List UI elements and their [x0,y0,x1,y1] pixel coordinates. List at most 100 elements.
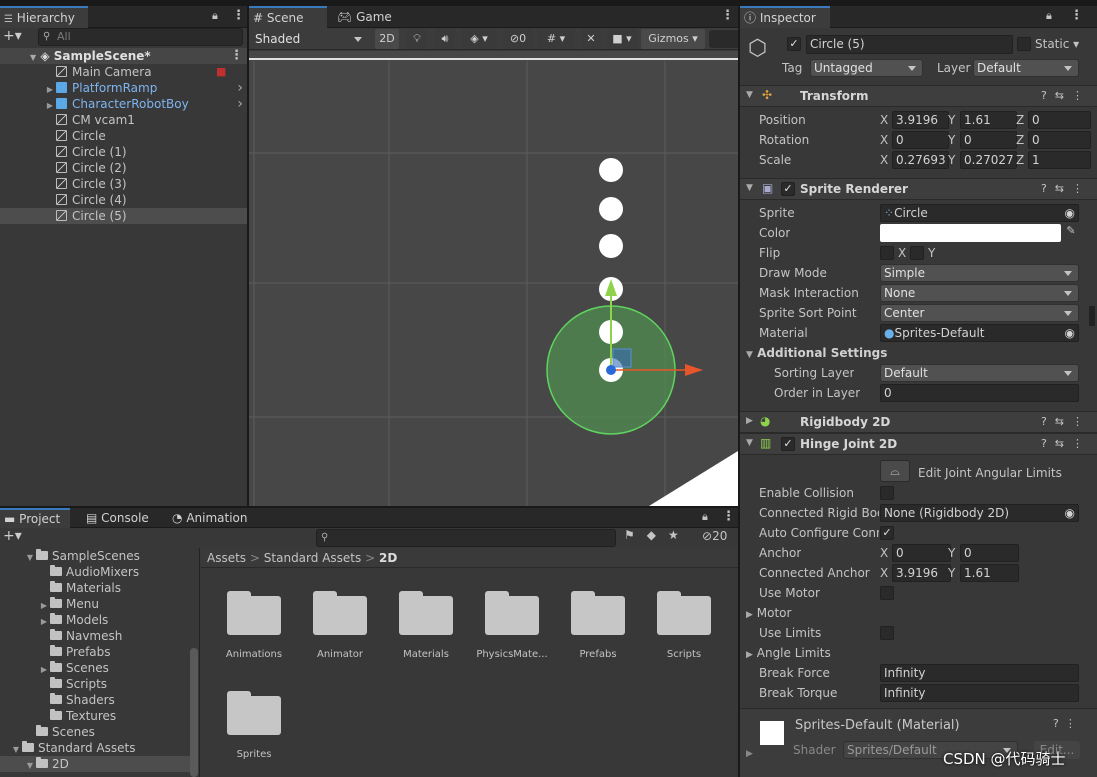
tree-scrollbar[interactable] [190,648,198,777]
rotation-input[interactable]: 0 [1028,131,1091,149]
axis-label[interactable]: Y [948,546,955,560]
tools-icon[interactable]: ✕ [581,29,601,49]
use-motor-checkbox[interactable] [880,586,894,600]
auto-configure-checkbox[interactable]: ✓ [880,526,894,540]
object-picker-icon[interactable]: ◉ [1065,205,1075,221]
hierarchy-search-input[interactable]: ⚲ All [38,28,243,46]
open-prefab-icon[interactable]: › [237,96,243,112]
grid-snap-icon[interactable]: # ▾ [537,29,575,49]
project-tree-item[interactable]: Shaders [0,692,190,708]
position-input[interactable]: 0 [1028,111,1091,129]
axis-label[interactable]: Z [1016,113,1024,127]
hinge-header[interactable]: ▼ ▥ ✓ Hinge Joint 2D ?⇆⋮ [740,433,1097,455]
connected-anchor-input[interactable]: 3.9196 [892,564,951,582]
tab-hierarchy[interactable]: ☰ Hierarchy [0,6,88,28]
asset-folder[interactable]: Materials [386,591,466,660]
hierarchy-item[interactable]: Circle [0,128,247,144]
flip-y-checkbox[interactable] [910,246,924,260]
flip-x-checkbox[interactable] [880,246,894,260]
axis-label[interactable]: Y [948,153,955,167]
axis-label[interactable]: X [880,113,888,127]
expand-arrow-icon[interactable]: ▶ [746,416,753,426]
project-tree-item[interactable]: Prefabs [0,644,190,660]
axis-label[interactable]: Y [948,113,955,127]
project-filter-icons[interactable]: ⚑◆★ [624,528,691,542]
camera-icon[interactable]: ■ ▾ [607,29,637,49]
axis-label[interactable]: Y [948,133,955,147]
rigidbody-header[interactable]: ▶ ◕ Rigidbody 2D ?⇆⋮ [740,411,1097,433]
hierarchy-item[interactable]: ▶ CharacterRobotBoy › [0,96,247,112]
sort-point-dropdown[interactable]: Center [880,304,1079,322]
tab-inspector[interactable]: ⓘ Inspector [740,6,830,28]
axis-label[interactable]: X [880,133,888,147]
scene-search-input[interactable] [709,30,738,48]
tab-animation[interactable]: ◔ Animation [168,508,258,528]
breadcrumb-assets[interactable]: Assets [207,551,246,565]
asset-folder[interactable]: PhysicsMate... [472,591,552,660]
inspector-more-icon[interactable]: ⋮ [1070,8,1083,23]
component-menu-icons[interactable]: ?⇆⋮ [1041,415,1091,428]
rotation-input[interactable]: 0 [892,131,949,149]
project-search-input[interactable]: ⚲ [316,529,616,547]
sprite-renderer-header[interactable]: ▼ ▣ ✓ Sprite Renderer ?⇆⋮ [740,178,1097,200]
connected-anchor-input[interactable]: 1.61 [960,564,1019,582]
order-input[interactable]: 0 [880,384,1079,402]
hinge-enabled[interactable]: ✓ [781,437,795,451]
gameobject-cube-icon[interactable]: ⬡ [748,36,767,61]
open-prefab-icon[interactable]: › [237,80,243,96]
expand-arrow-icon[interactable]: ▶ [746,749,753,759]
xy-plane-handle[interactable] [612,348,632,368]
rotation-input[interactable]: 0 [960,131,1017,149]
shading-dropdown[interactable]: Shaded [251,30,369,48]
connected-rb-field[interactable]: None (Rigidbody 2D) ◉ [880,504,1079,522]
expand-arrow-icon[interactable]: ▼ [24,758,36,774]
project-tree-item[interactable]: Navmesh [0,628,190,644]
asset-folder[interactable]: Animator [300,591,380,660]
scale-input[interactable]: 0.27693 [892,151,949,169]
hierarchy-item[interactable]: ▶ PlatformRamp › [0,80,247,96]
scale-input[interactable]: 1 [1028,151,1091,169]
active-checkbox[interactable]: ✓ [787,37,801,51]
component-menu-icons[interactable]: ?⇆⋮ [1041,437,1091,450]
material-menu-icons[interactable]: ?⋮ [1053,717,1082,730]
scene-menu-icon[interactable]: ⋮ [230,48,243,64]
scene-canvas[interactable] [249,51,738,506]
project-tree-item[interactable]: Scripts [0,676,190,692]
layer-dropdown[interactable]: Default [973,59,1079,77]
axis-label[interactable]: X [880,153,888,167]
color-swatch[interactable] [880,224,1061,242]
object-name-input[interactable]: Circle (5) [806,35,1013,54]
project-tree-item[interactable]: ▼ 2D [0,756,190,772]
project-tree-item[interactable]: ▶ Scenes [0,660,190,676]
edit-angular-limits-button[interactable]: ⌓ [880,460,910,482]
break-force-input[interactable]: Infinity [880,664,1079,682]
project-tree-item[interactable]: AudioMixers [0,564,190,580]
circle-sprite[interactable] [599,197,623,221]
hierarchy-item[interactable]: Circle (3) [0,176,247,192]
project-hidden-icon[interactable]: ⊘20 [702,529,727,543]
tab-scene[interactable]: # Scene [249,6,327,28]
expand-arrow-icon[interactable]: ▼ [30,53,36,62]
hidden-objects-icon[interactable]: ⊘0 [503,29,533,49]
anchor-input[interactable]: 0 [960,544,1019,562]
collapse-arrow-icon[interactable]: ▼ [746,90,753,100]
breadcrumb-2d[interactable]: 2D [379,551,397,565]
additional-settings-foldout[interactable]: ▼ Additional Settings [746,346,887,360]
sprite-renderer-enabled[interactable]: ✓ [781,182,795,196]
lock-icon[interactable]: 🔒︎ [212,9,218,23]
collapse-arrow-icon[interactable]: ▼ [746,438,753,448]
mask-dropdown[interactable]: None [880,284,1079,302]
axis-label[interactable]: X [880,566,888,580]
project-tree-item[interactable]: ▼ SampleScenes [0,548,190,564]
hierarchy-item[interactable]: CM vcam1 [0,112,247,128]
sorting-layer-dropdown[interactable]: Default [880,364,1079,382]
tag-dropdown[interactable]: Untagged [810,59,923,77]
hierarchy-item[interactable]: Main Camera ■ [0,64,247,80]
project-lock-icon[interactable]: 🔒︎ [702,510,708,524]
hierarchy-item[interactable]: Circle (4) [0,192,247,208]
asset-folder[interactable]: Prefabs [558,591,638,660]
platform-ramp[interactable] [649,451,738,506]
motor-foldout[interactable]: ▶ Motor [746,606,791,620]
position-input[interactable]: 1.61 [960,111,1017,129]
static-dropdown[interactable]: Static ▾ [1035,37,1079,51]
